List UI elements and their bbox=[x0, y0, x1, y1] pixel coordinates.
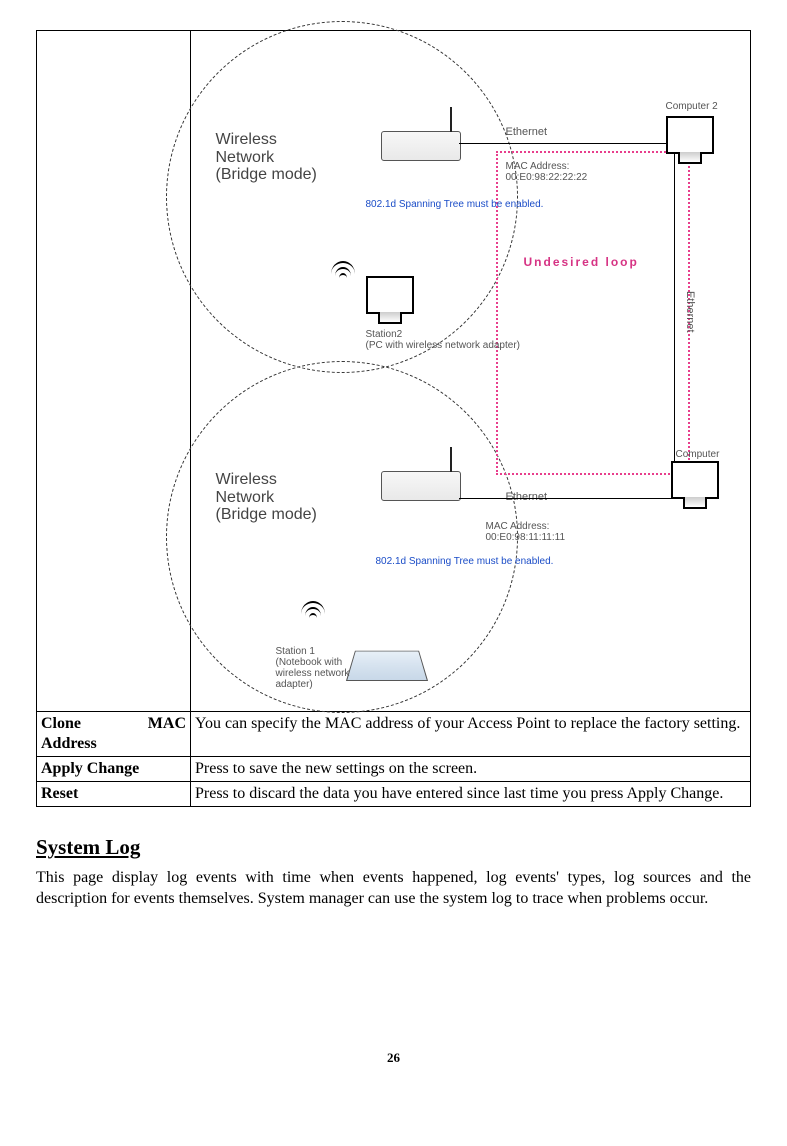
line-eth-top bbox=[459, 143, 674, 144]
section-heading: System Log bbox=[36, 835, 751, 860]
station-1-label: Station 1 (Notebook with wireless networ… bbox=[276, 646, 350, 690]
line-eth-right bbox=[674, 143, 675, 498]
clone-mac-label: Clone MACAddress bbox=[37, 712, 191, 757]
diagram-cell: Wireless Network (Bridge mode) Wireless … bbox=[191, 31, 751, 712]
section-body: This page display log events with time w… bbox=[36, 868, 751, 910]
computer-2-label: Computer 2 bbox=[666, 101, 718, 112]
table-row: Reset Press to discard the data you have… bbox=[37, 782, 751, 807]
apply-change-desc: Press to save the new settings on the sc… bbox=[191, 757, 751, 782]
spanning-tree-note-2: 802.1d Spanning Tree must be enabled. bbox=[376, 556, 554, 567]
wireless-label-1: Wireless Network (Bridge mode) bbox=[216, 131, 317, 184]
network-diagram: Wireless Network (Bridge mode) Wireless … bbox=[196, 31, 746, 711]
computer-1-icon bbox=[671, 461, 719, 509]
station-1-icon bbox=[345, 651, 427, 681]
table-row: Apply Change Press to save the new setti… bbox=[37, 757, 751, 782]
settings-table: Wireless Network (Bridge mode) Wireless … bbox=[36, 30, 751, 807]
diagram-row-label bbox=[37, 31, 191, 712]
computer-1-label: Computer bbox=[676, 449, 720, 460]
line-eth-bottom bbox=[459, 498, 674, 499]
wifi-icon-1 bbox=[331, 261, 357, 281]
access-point-1 bbox=[381, 131, 461, 161]
undesired-loop-label: Undesired loop bbox=[524, 256, 639, 269]
station-2-label: Station2 (PC with wireless network adapt… bbox=[366, 329, 521, 351]
reset-label: Reset bbox=[37, 782, 191, 807]
page-number: 26 bbox=[36, 1050, 751, 1066]
mac-address-1: MAC Address: 00:E0:98:22:22:22 bbox=[506, 161, 588, 183]
wireless-label-2: Wireless Network (Bridge mode) bbox=[216, 471, 317, 524]
wifi-icon-2 bbox=[301, 601, 327, 621]
ethernet-label-3: Ethernet bbox=[683, 291, 695, 333]
computer-2-icon bbox=[666, 116, 714, 164]
mac-address-2: MAC Address: 00:E0:98:11:11:11 bbox=[486, 521, 566, 543]
circle-top bbox=[166, 21, 518, 373]
spanning-tree-note-1: 802.1d Spanning Tree must be enabled. bbox=[366, 199, 544, 210]
station-2-icon bbox=[366, 276, 414, 324]
ethernet-label-1: Ethernet bbox=[506, 126, 548, 138]
reset-desc: Press to discard the data you have enter… bbox=[191, 782, 751, 807]
clone-mac-desc: You can specify the MAC address of your … bbox=[191, 712, 751, 757]
apply-change-label: Apply Change bbox=[37, 757, 191, 782]
access-point-2 bbox=[381, 471, 461, 501]
table-row: Clone MACAddress You can specify the MAC… bbox=[37, 712, 751, 757]
